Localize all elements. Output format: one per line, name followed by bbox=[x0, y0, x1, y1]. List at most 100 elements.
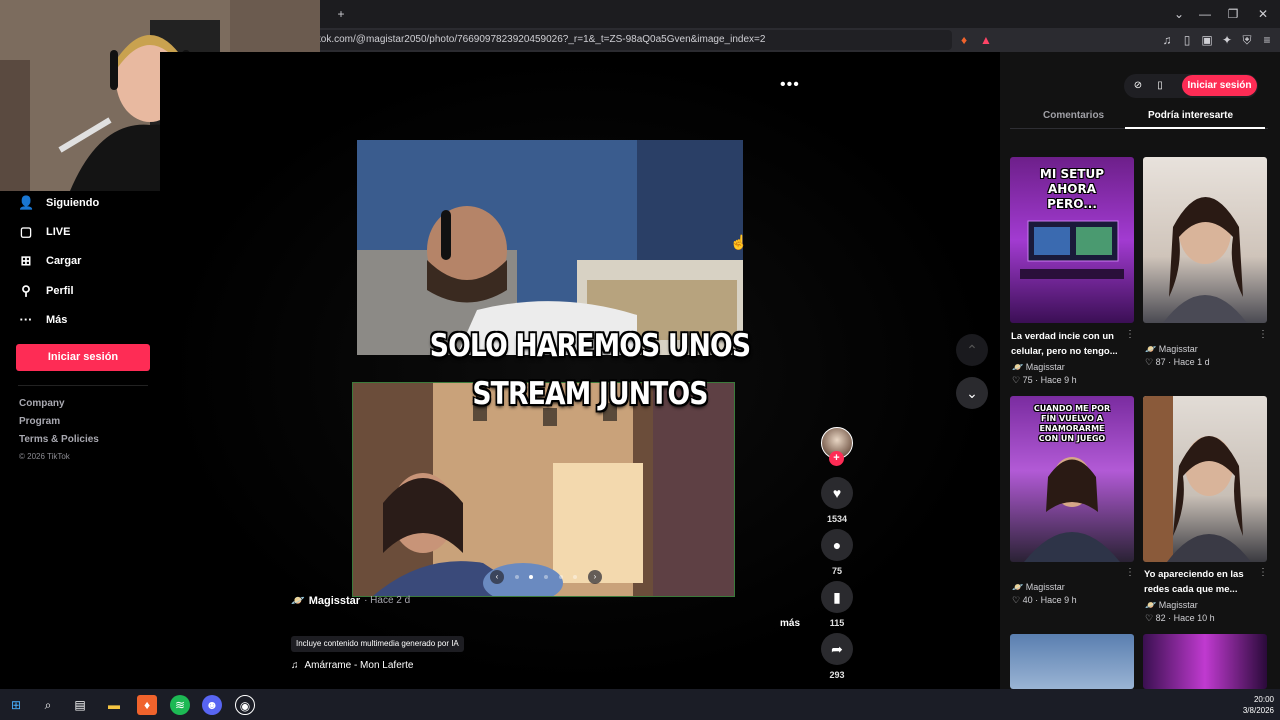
card-author[interactable]: 🪐 Magisstar bbox=[1145, 344, 1198, 355]
task-view-icon[interactable]: ▤ bbox=[70, 695, 90, 715]
see-more-link[interactable]: más bbox=[780, 618, 800, 629]
sidebar-item-label: Perfil bbox=[46, 285, 74, 297]
sidebar-toggle-icon[interactable]: ▯ bbox=[1178, 31, 1196, 49]
share-icon: ➦ bbox=[831, 641, 843, 657]
new-tab-button[interactable]: + bbox=[332, 5, 350, 23]
like-count: 1534 bbox=[826, 514, 848, 524]
carousel-prev-button[interactable]: ‹ bbox=[490, 570, 504, 584]
url-field[interactable]: tok.com/@magistar2050/photo/766909782392… bbox=[312, 30, 952, 50]
comment-icon: ● bbox=[832, 537, 842, 553]
share-button[interactable]: ➦ bbox=[821, 633, 853, 665]
profile-icon: ⚲ bbox=[21, 283, 31, 298]
sidebar-item-cargar[interactable]: ⊞ Cargar bbox=[18, 250, 82, 272]
video-thumbnail[interactable] bbox=[1143, 634, 1267, 689]
search-icon[interactable]: ⌕ bbox=[38, 695, 58, 715]
comment-count: 75 bbox=[831, 566, 842, 576]
sidebar-divider bbox=[18, 385, 148, 386]
video-thumbnail[interactable] bbox=[1143, 157, 1267, 323]
previous-post-button[interactable]: ⌃ bbox=[956, 334, 988, 366]
save-button[interactable]: ▮ bbox=[821, 581, 853, 613]
people-icon: 👤 bbox=[18, 195, 35, 210]
follow-plus-button[interactable]: + bbox=[829, 451, 844, 466]
music-icon[interactable]: ♫ bbox=[1158, 31, 1176, 49]
card-time: Hace 9 h bbox=[1040, 595, 1077, 605]
card-author[interactable]: 🪐 Magisstar bbox=[1012, 582, 1065, 593]
system-clock[interactable]: 20:00 3/8/2026 bbox=[1234, 694, 1274, 716]
card-author[interactable]: 🪐 Magisstar bbox=[1012, 362, 1065, 373]
carousel-dot[interactable] bbox=[514, 575, 519, 579]
phone-icon[interactable]: ▯ bbox=[1150, 76, 1170, 96]
menu-icon[interactable]: ≡ bbox=[1258, 31, 1276, 49]
tab-comentarios[interactable]: Comentarios bbox=[1043, 110, 1104, 121]
more-options-icon[interactable]: ••• bbox=[780, 76, 800, 94]
footer-link-terms[interactable]: Terms & Policies bbox=[19, 434, 99, 445]
video-thumbnail[interactable]: MI SETUP AHORA PERO... bbox=[1010, 157, 1134, 323]
card-desc-line: redes cada que me... bbox=[1144, 584, 1238, 595]
footer-link-program[interactable]: Program bbox=[19, 416, 60, 427]
rewards-icon[interactable]: ▲ bbox=[977, 31, 995, 49]
carousel-next-button[interactable]: › bbox=[587, 570, 602, 584]
windows-start-icon[interactable]: ⊞ bbox=[6, 695, 26, 715]
author-name[interactable]: Magisstar bbox=[309, 595, 360, 607]
tab-search-button[interactable]: ⌄ bbox=[1170, 5, 1188, 23]
sidebar-item-perfil[interactable]: ⚲ Perfil bbox=[18, 280, 74, 302]
heart-icon: ♥ bbox=[832, 485, 842, 501]
card-meta: ♡ 82 · Hace 10 h bbox=[1145, 613, 1215, 623]
brave-shield-icon[interactable]: ♦ bbox=[955, 31, 973, 49]
card-author-name: Magisstar bbox=[1025, 582, 1065, 592]
brave-browser-icon[interactable]: ♦ bbox=[137, 695, 157, 715]
heart-outline-icon: ♡ bbox=[1145, 613, 1154, 623]
carousel-dot[interactable] bbox=[573, 575, 578, 579]
planet-emoji-icon: 🪐 bbox=[1012, 362, 1024, 372]
carousel-dot[interactable] bbox=[543, 575, 548, 579]
sidebar-item-siguiendo[interactable]: 👤 Siguiendo bbox=[18, 192, 99, 214]
spotify-icon[interactable]: ≋ bbox=[170, 695, 190, 715]
card-more-icon[interactable]: ⋮ bbox=[1125, 567, 1135, 578]
caption-line-1: SOLO HAREMOS UNOS bbox=[429, 328, 751, 364]
wallet-icon[interactable]: ▣ bbox=[1198, 31, 1216, 49]
heart-outline-icon: ♡ bbox=[1012, 595, 1021, 605]
vpn-shield-icon[interactable]: ⛨ bbox=[1238, 31, 1256, 49]
card-time: Hace 10 h bbox=[1173, 613, 1215, 623]
card-description[interactable]: La verdad incie con un celular, pero no … bbox=[1011, 329, 1125, 359]
card-more-icon[interactable]: ⋮ bbox=[1258, 329, 1268, 340]
close-window-button[interactable]: ✕ bbox=[1254, 5, 1272, 23]
comment-button[interactable]: ● bbox=[821, 529, 853, 561]
sidebar-item-mas[interactable]: ··· Más bbox=[18, 309, 68, 331]
card-more-icon[interactable]: ⋮ bbox=[1258, 567, 1268, 578]
upload-icon: ⊞ bbox=[20, 253, 32, 268]
music-row[interactable]: ♫ Amárrame - Mon Laferte bbox=[291, 660, 413, 671]
video-thumbnail[interactable]: CUANDO ME POR FÍN VUELVO A ENAMORARME CO… bbox=[1010, 396, 1134, 562]
ai-sparkle-icon[interactable]: ✦ bbox=[1218, 31, 1236, 49]
thumbnail-caption: CUANDO ME POR FÍN VUELVO A ENAMORARME CO… bbox=[1033, 404, 1111, 443]
mouse-cursor-icon: ☝ bbox=[730, 234, 748, 250]
video-thumbnail[interactable] bbox=[1143, 396, 1267, 562]
tab-podria-interesarte[interactable]: Podría interesarte bbox=[1148, 110, 1233, 121]
card-meta: ♡ 87 · Hace 1 d bbox=[1145, 357, 1210, 367]
like-button[interactable]: ♥ bbox=[821, 477, 853, 509]
card-likes: 82 bbox=[1155, 613, 1166, 623]
obs-icon[interactable]: ◉ bbox=[235, 695, 255, 715]
live-icon: ▢ bbox=[19, 224, 33, 239]
carousel-dot[interactable] bbox=[558, 575, 563, 579]
next-post-button[interactable]: ⌄ bbox=[956, 377, 988, 409]
minimize-button[interactable]: — bbox=[1196, 5, 1214, 23]
card-time: Hace 1 d bbox=[1173, 357, 1210, 367]
video-thumbnail[interactable] bbox=[1010, 634, 1134, 689]
sidebar-item-live[interactable]: ▢ LIVE bbox=[18, 221, 71, 243]
card-description[interactable]: Yo apareciendo en las redes cada que me.… bbox=[1144, 567, 1258, 597]
card-more-icon[interactable]: ⋮ bbox=[1125, 329, 1135, 340]
bookmark-icon: ▮ bbox=[833, 589, 841, 605]
carousel-dot-active[interactable] bbox=[529, 575, 534, 579]
heart-outline-icon: ♡ bbox=[1012, 375, 1021, 385]
active-tab-indicator bbox=[1125, 127, 1265, 129]
right-login-button[interactable]: Iniciar sesión bbox=[1182, 75, 1257, 96]
maximize-button[interactable]: ❐ bbox=[1224, 5, 1242, 23]
footer-link-company[interactable]: Company bbox=[19, 398, 65, 409]
compass-icon[interactable]: ⊘ bbox=[1128, 76, 1148, 96]
discord-icon[interactable]: ☻ bbox=[202, 695, 222, 715]
login-button[interactable]: Iniciar sesión bbox=[16, 344, 150, 371]
card-author[interactable]: 🪐 Magisstar bbox=[1145, 600, 1198, 611]
file-explorer-icon[interactable]: ▬ bbox=[104, 695, 124, 715]
sidebar-item-label: Cargar bbox=[46, 255, 82, 267]
